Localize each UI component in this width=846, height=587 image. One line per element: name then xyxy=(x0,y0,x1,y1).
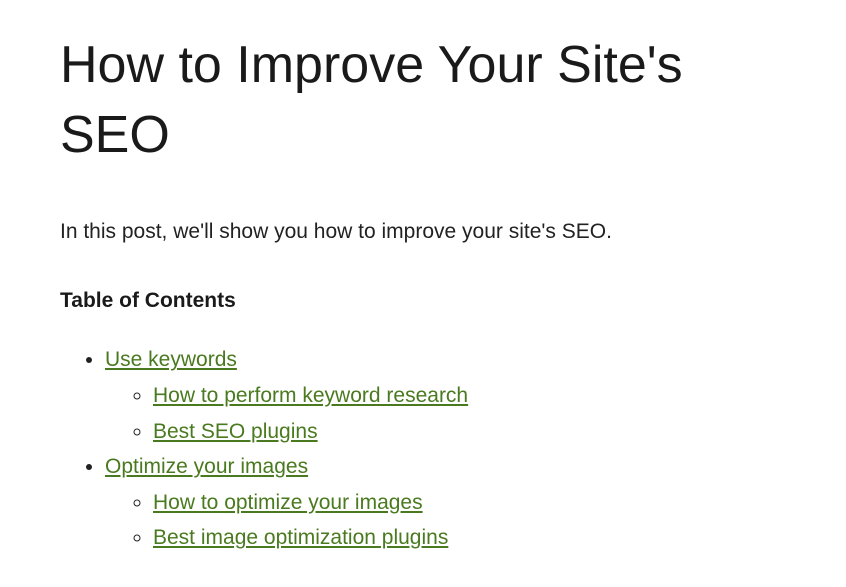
toc-link-optimize-images[interactable]: Optimize your images xyxy=(105,455,308,478)
toc-subitem: Best SEO plugins xyxy=(153,415,786,449)
toc-sublist: How to perform keyword research Best SEO… xyxy=(105,379,786,448)
toc-link-image-plugins[interactable]: Best image optimization plugins xyxy=(153,526,448,549)
toc-heading: Table of Contents xyxy=(60,289,786,313)
toc-item: Use keywords How to perform keyword rese… xyxy=(105,343,786,448)
toc-sublist: How to optimize your images Best image o… xyxy=(105,486,786,555)
page-title: How to Improve Your Site's SEO xyxy=(60,30,786,170)
toc-list: Use keywords How to perform keyword rese… xyxy=(60,343,786,555)
toc-subitem: How to optimize your images xyxy=(153,486,786,520)
toc-link-keywords[interactable]: Use keywords xyxy=(105,348,237,371)
toc-subitem: Best image optimization plugins xyxy=(153,521,786,555)
toc-link-seo-plugins[interactable]: Best SEO plugins xyxy=(153,420,318,443)
intro-paragraph: In this post, we'll show you how to impr… xyxy=(60,220,786,244)
toc-subitem: How to perform keyword research xyxy=(153,379,786,413)
toc-link-how-optimize-images[interactable]: How to optimize your images xyxy=(153,491,423,514)
toc-item: Optimize your images How to optimize you… xyxy=(105,450,786,555)
toc-link-keyword-research[interactable]: How to perform keyword research xyxy=(153,384,468,407)
